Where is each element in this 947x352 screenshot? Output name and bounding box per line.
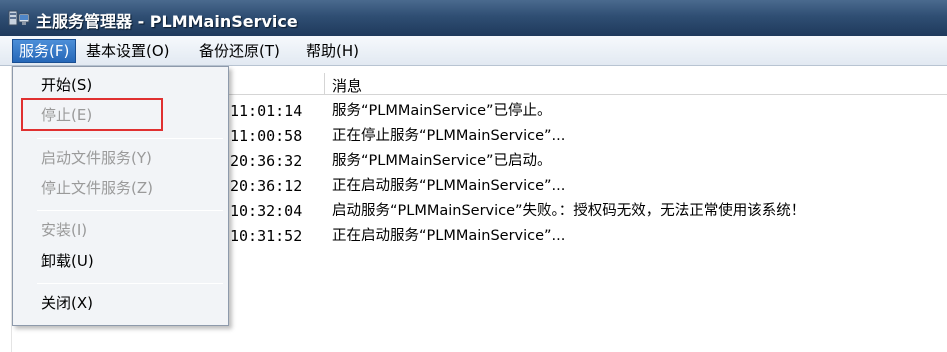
log-message: 服务“PLMMainService”已停止。 [332, 103, 552, 119]
menu-item-start[interactable]: 开始(S) [41, 74, 92, 96]
menu-basic-settings[interactable]: 基本设置(O) [80, 39, 176, 63]
menu-item-uninstall[interactable]: 卸载(U) [41, 250, 94, 272]
highlight-annotation-box [21, 98, 163, 131]
menu-bar: 服务(F) 基本设置(O) 备份还原(T) 帮助(H) [0, 36, 947, 66]
list-left-edge [0, 66, 12, 352]
menu-item-stop-file-service[interactable]: 停止文件服务(Z) [41, 177, 153, 199]
menu-separator [37, 283, 223, 284]
column-header-message[interactable]: 消息 [332, 75, 362, 96]
log-message: 正在启动服务“PLMMainService”... [332, 178, 566, 194]
menu-item-close[interactable]: 关闭(X) [41, 292, 93, 314]
log-time: 11:01:14 [230, 102, 303, 120]
log-message: 启动服务“PLMMainService”失败。：授权码无效，无法正常使用该系统！ [332, 203, 806, 219]
log-time: 10:32:04 [230, 202, 303, 220]
log-time: 10:31:52 [230, 227, 303, 245]
log-table-header: 消息 [228, 73, 947, 95]
menu-item-install[interactable]: 安装(I) [41, 219, 87, 241]
log-time: 20:36:12 [230, 177, 303, 195]
title-bar: 主服务管理器 - PLMMainService [0, 0, 947, 36]
window-title: 主服务管理器 - PLMMainService [36, 12, 298, 31]
menu-backup-restore[interactable]: 备份还原(T) [193, 39, 286, 63]
log-message: 正在启动服务“PLMMainService”... [332, 228, 566, 244]
log-message: 服务“PLMMainService”已启动。 [332, 153, 552, 169]
log-time: 20:36:32 [230, 152, 303, 170]
column-divider[interactable] [324, 73, 325, 95]
log-time: 11:00:58 [230, 127, 303, 145]
menu-separator [37, 210, 223, 211]
menu-help[interactable]: 帮助(H) [300, 39, 365, 63]
log-message: 正在停止服务“PLMMainService”... [332, 128, 566, 144]
menu-service[interactable]: 服务(F) [12, 39, 77, 63]
menu-item-start-file-service[interactable]: 启动文件服务(Y) [41, 147, 152, 169]
menu-separator [37, 138, 223, 139]
server-app-icon [8, 10, 30, 26]
